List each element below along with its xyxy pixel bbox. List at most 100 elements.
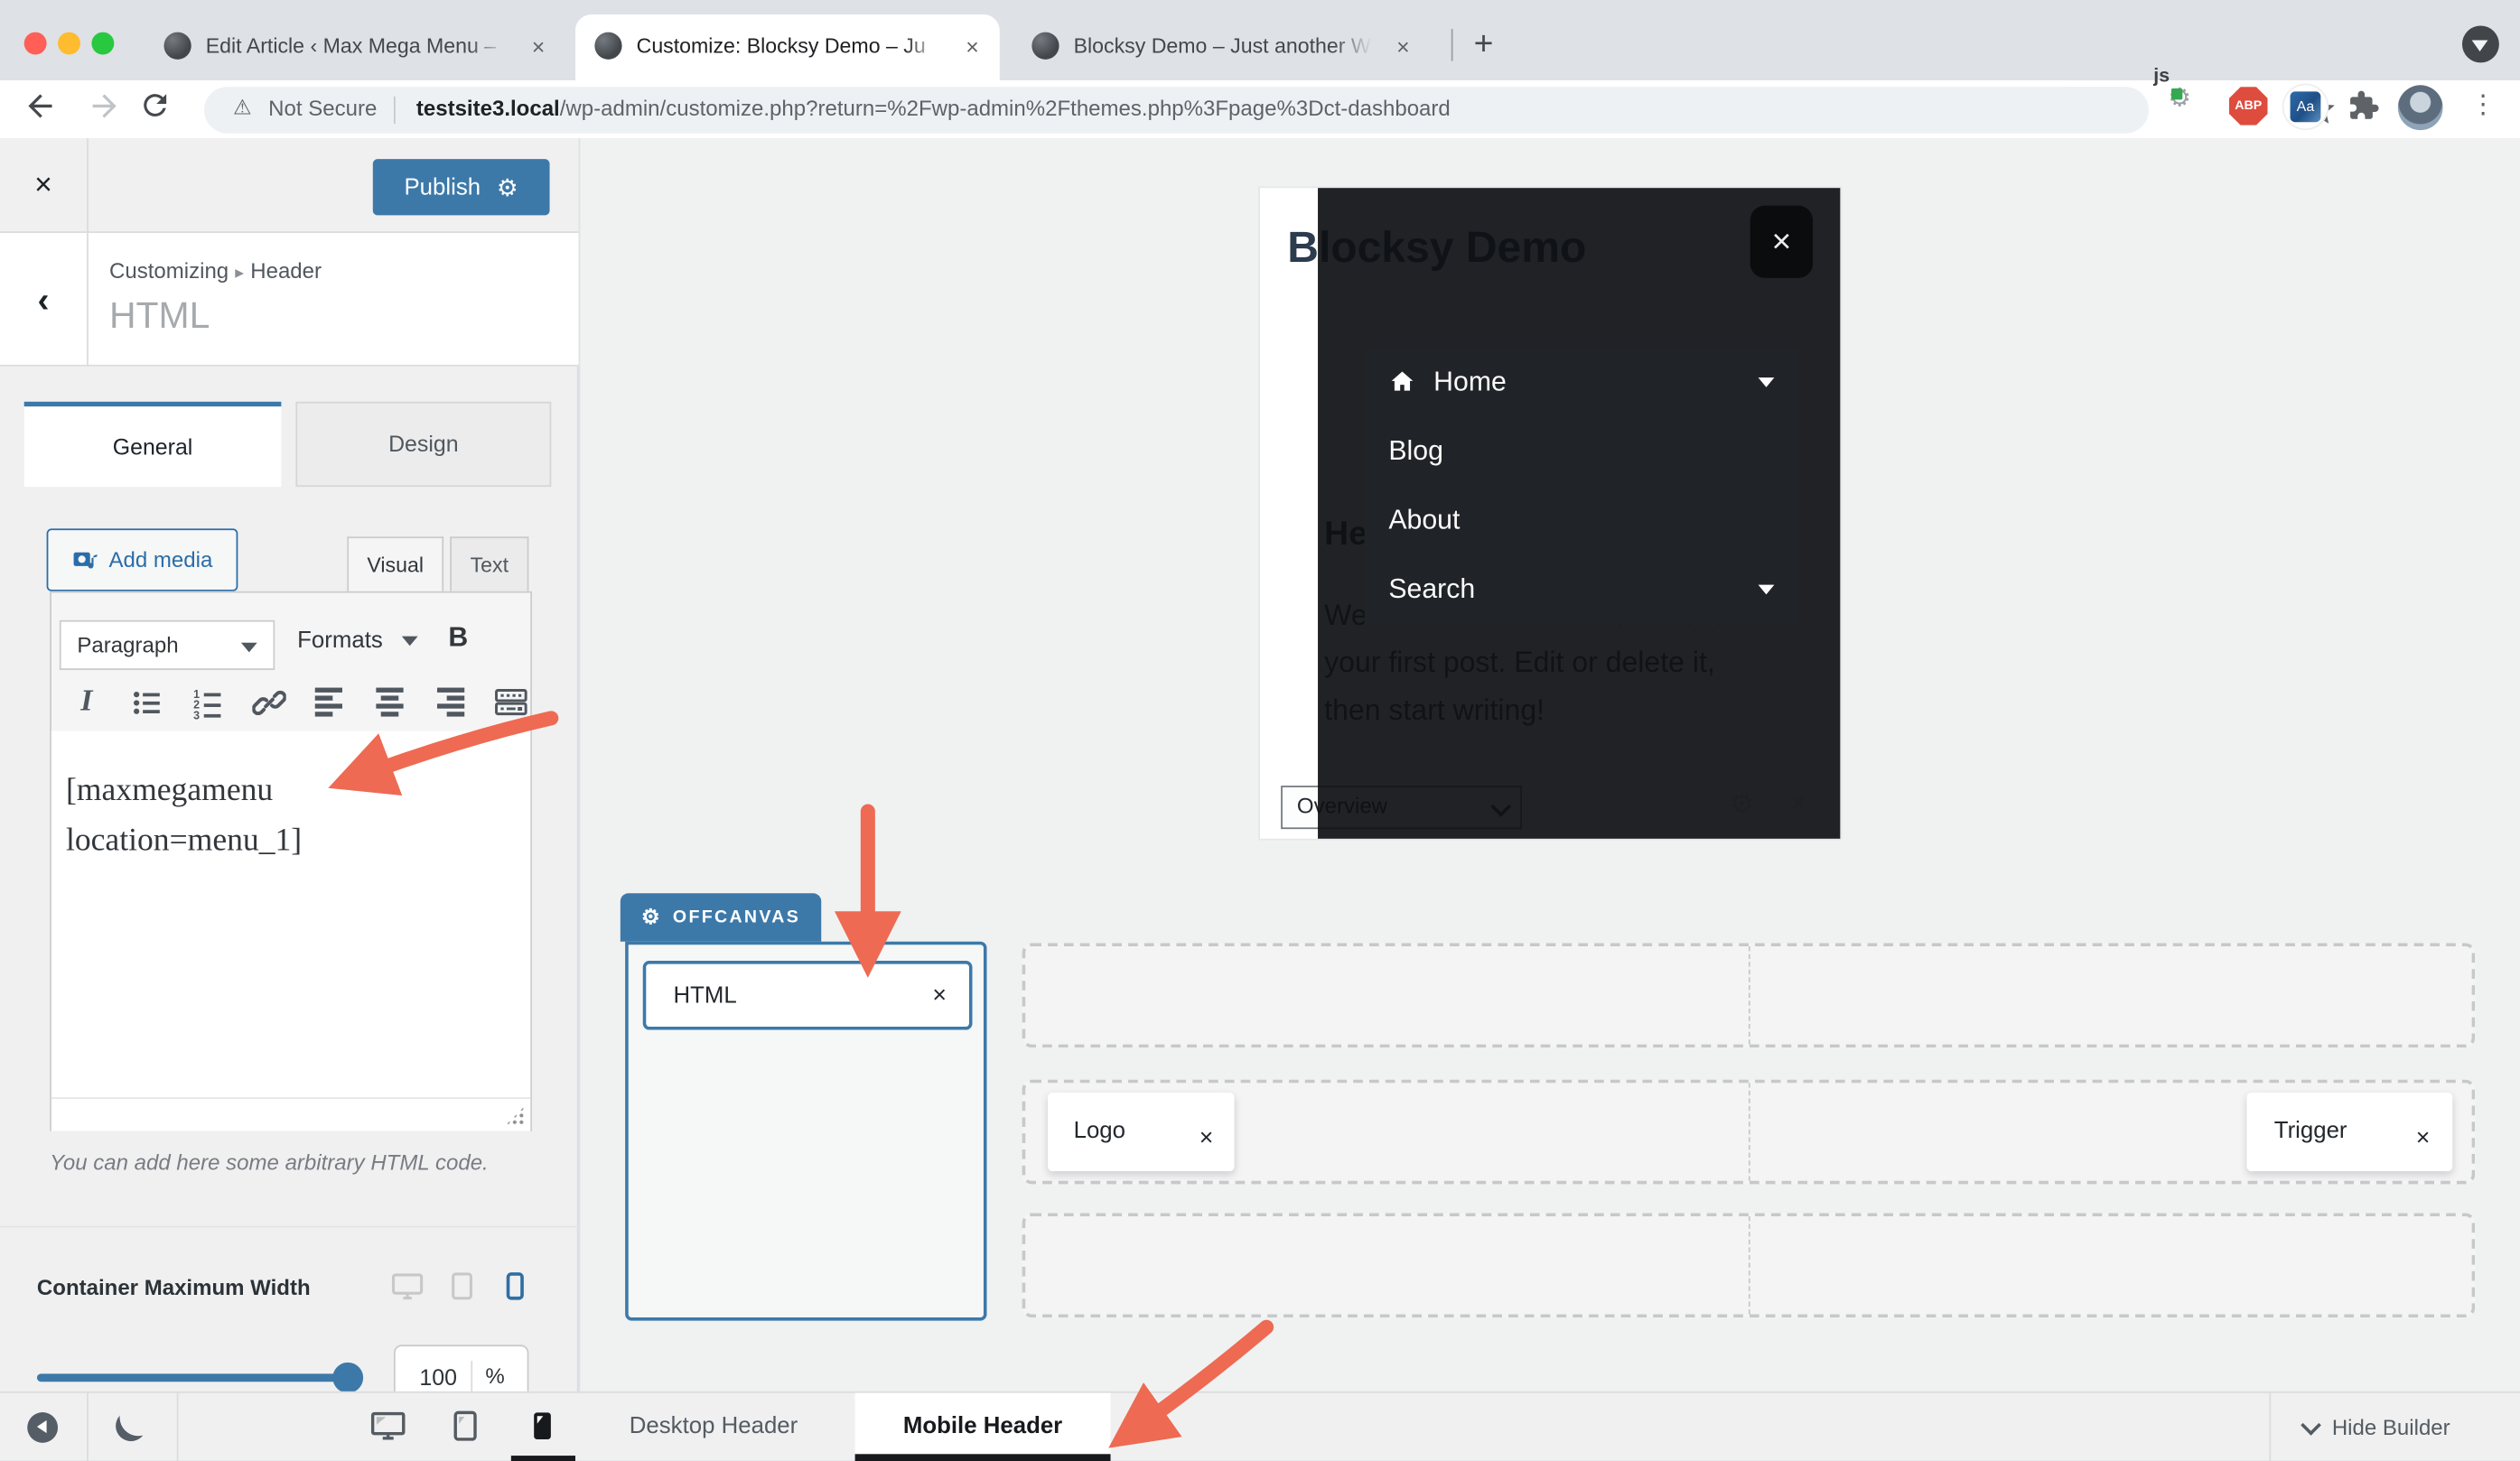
menu-item-search[interactable]: Search: [1365, 554, 1798, 624]
field-hint: You can add here some arbitrary HTML cod…: [50, 1150, 489, 1175]
preview-mobile-icon-active[interactable]: [526, 1409, 559, 1450]
customizer-panel: × Publish ⚙ ‹ Customizing▸Header HTML Ge…: [0, 138, 579, 1460]
keyboard-shortcuts-button[interactable]: [492, 683, 530, 721]
gear-icon: ⚙: [641, 905, 660, 930]
submenu-caret-icon[interactable]: [1759, 584, 1775, 594]
menu-item-blog[interactable]: Blog: [1365, 416, 1798, 486]
publish-settings-gear-icon[interactable]: ⚙: [497, 172, 518, 201]
collapse-sidebar-icon[interactable]: [27, 1412, 58, 1443]
reload-button[interactable]: [138, 88, 180, 130]
header-row-middle[interactable]: Logo × Trigger ×: [1022, 1080, 2476, 1185]
reader-extension-icon[interactable]: Aa: [2283, 85, 2327, 128]
publish-label: Publish: [404, 174, 481, 200]
panel-top-bar: × Publish ⚙: [0, 138, 579, 233]
extensions-puzzle-icon[interactable]: [2345, 88, 2380, 132]
tab-desktop-header[interactable]: Desktop Header: [611, 1393, 817, 1461]
dark-mode-moon-icon[interactable]: [116, 1410, 146, 1441]
customizer-close-button[interactable]: ×: [0, 138, 89, 233]
formats-dropdown[interactable]: Formats: [297, 628, 418, 654]
traffic-zoom-button[interactable]: [91, 33, 114, 55]
trigger-widget-chip[interactable]: Trigger ×: [2247, 1093, 2453, 1171]
tab-search-button[interactable]: [2462, 25, 2499, 62]
desktop-device-icon[interactable]: [390, 1270, 424, 1311]
max-width-slider-track[interactable]: [37, 1373, 357, 1382]
tab-close-icon[interactable]: ×: [957, 33, 986, 61]
tab-edit-article[interactable]: Edit Article ‹ Max Mega Menu – ×: [145, 14, 565, 80]
tab-title-fade: [470, 27, 524, 69]
tab-mobile-header[interactable]: Mobile Header: [855, 1393, 1111, 1461]
italic-button[interactable]: I: [68, 683, 106, 721]
align-right-button[interactable]: [432, 683, 470, 721]
tab-customize-active[interactable]: Customize: Blocksy Demo – Ju ×: [575, 14, 1000, 80]
browser-window: Edit Article ‹ Max Mega Menu – × Customi…: [0, 0, 2520, 1460]
remove-widget-icon[interactable]: ×: [1199, 1099, 1214, 1177]
hide-builder-label: Hide Builder: [2332, 1416, 2450, 1440]
tablet-device-icon[interactable]: [447, 1270, 478, 1309]
offcanvas-close-button[interactable]: ×: [1750, 206, 1813, 278]
header-row-bottom[interactable]: [1022, 1213, 2476, 1317]
breadcrumb-section: Header: [250, 258, 322, 283]
traffic-close-button[interactable]: [24, 33, 47, 55]
green-dot: [2171, 88, 2182, 99]
logo-widget-chip[interactable]: Logo ×: [1048, 1093, 1234, 1171]
numbered-list-button[interactable]: 123: [189, 683, 227, 721]
container-max-width-label: Container Maximum Width: [37, 1276, 311, 1300]
row-divider: [1749, 1216, 1750, 1315]
tab-close-icon[interactable]: ×: [524, 33, 553, 61]
hide-builder-button[interactable]: Hide Builder: [2301, 1393, 2450, 1461]
adblock-extension-icon[interactable]: ABP: [2229, 87, 2268, 126]
tab-title: Edit Article ‹ Max Mega Menu –: [206, 33, 511, 58]
submenu-caret-icon[interactable]: [1759, 377, 1775, 386]
chip-label: HTML: [674, 983, 737, 1009]
bold-button[interactable]: B: [448, 622, 468, 655]
editor-content[interactable]: [maxmegamenu location=menu_1]: [66, 767, 468, 866]
tab-title-fade: [1334, 27, 1388, 69]
resize-handle-icon[interactable]: [505, 1105, 526, 1126]
bullet-list-button[interactable]: [128, 683, 166, 721]
offcanvas-label: OFFCANVAS: [673, 907, 800, 926]
security-label[interactable]: Not Secure: [268, 97, 377, 121]
publish-button[interactable]: Publish ⚙: [373, 159, 550, 215]
offcanvas-dropzone[interactable]: HTML ×: [625, 942, 986, 1321]
tab-blocksy-demo[interactable]: Blocksy Demo – Just another W ×: [1013, 14, 1431, 80]
offcanvas-tab[interactable]: ⚙ OFFCANVAS: [621, 893, 821, 941]
remove-widget-icon[interactable]: ×: [932, 964, 947, 1028]
tab-general[interactable]: General: [24, 402, 282, 487]
mobile-device-icon[interactable]: [499, 1270, 530, 1309]
traffic-minimize-button[interactable]: [58, 33, 80, 55]
tab-close-icon[interactable]: ×: [1388, 33, 1417, 61]
browser-menu-icon[interactable]: ⋮: [2470, 88, 2496, 121]
formats-label: Formats: [297, 628, 383, 654]
menu-item-home[interactable]: Home: [1365, 347, 1798, 416]
footer-divider: [2269, 1393, 2271, 1461]
profile-avatar[interactable]: [2398, 85, 2443, 130]
tab-design[interactable]: Design: [295, 402, 551, 487]
address-bar[interactable]: ⚠ Not Secure testsite3.local/wp-admin/cu…: [204, 86, 2149, 133]
menu-item-about[interactable]: About: [1365, 485, 1798, 554]
add-media-button[interactable]: Add media: [47, 528, 238, 591]
link-button[interactable]: [249, 683, 287, 721]
max-width-unit[interactable]: %: [485, 1364, 504, 1389]
max-width-slider-handle[interactable]: [332, 1363, 363, 1393]
mobile-preview-page: Blocksy Demo Hello world! Welcome to Wor…: [1260, 188, 1840, 839]
url-text[interactable]: testsite3.local/wp-admin/customize.php?r…: [416, 97, 1451, 121]
tab-text[interactable]: Text: [450, 536, 528, 592]
page-title: HTML: [109, 294, 210, 338]
footer-divider: [177, 1393, 179, 1461]
max-width-value[interactable]: 100: [419, 1364, 457, 1390]
header-row-top[interactable]: [1022, 943, 2476, 1047]
preview-tablet-icon[interactable]: [448, 1409, 481, 1450]
tab-visual[interactable]: Visual: [347, 536, 443, 592]
html-widget-chip[interactable]: HTML ×: [643, 961, 973, 1030]
align-center-button[interactable]: [371, 683, 409, 721]
new-tab-button[interactable]: +: [1474, 24, 1494, 66]
editor-content-area[interactable]: [maxmegamenu location=menu_1]: [51, 731, 530, 1098]
back-chevron-button[interactable]: ‹: [0, 233, 89, 367]
remove-widget-icon[interactable]: ×: [2416, 1099, 2431, 1177]
editor-statusbar: [51, 1097, 530, 1131]
forward-button[interactable]: [80, 88, 122, 130]
align-left-button[interactable]: [310, 683, 348, 721]
paragraph-dropdown[interactable]: Paragraph: [60, 620, 275, 670]
back-button[interactable]: [23, 88, 64, 130]
preview-desktop-icon[interactable]: [369, 1408, 406, 1453]
